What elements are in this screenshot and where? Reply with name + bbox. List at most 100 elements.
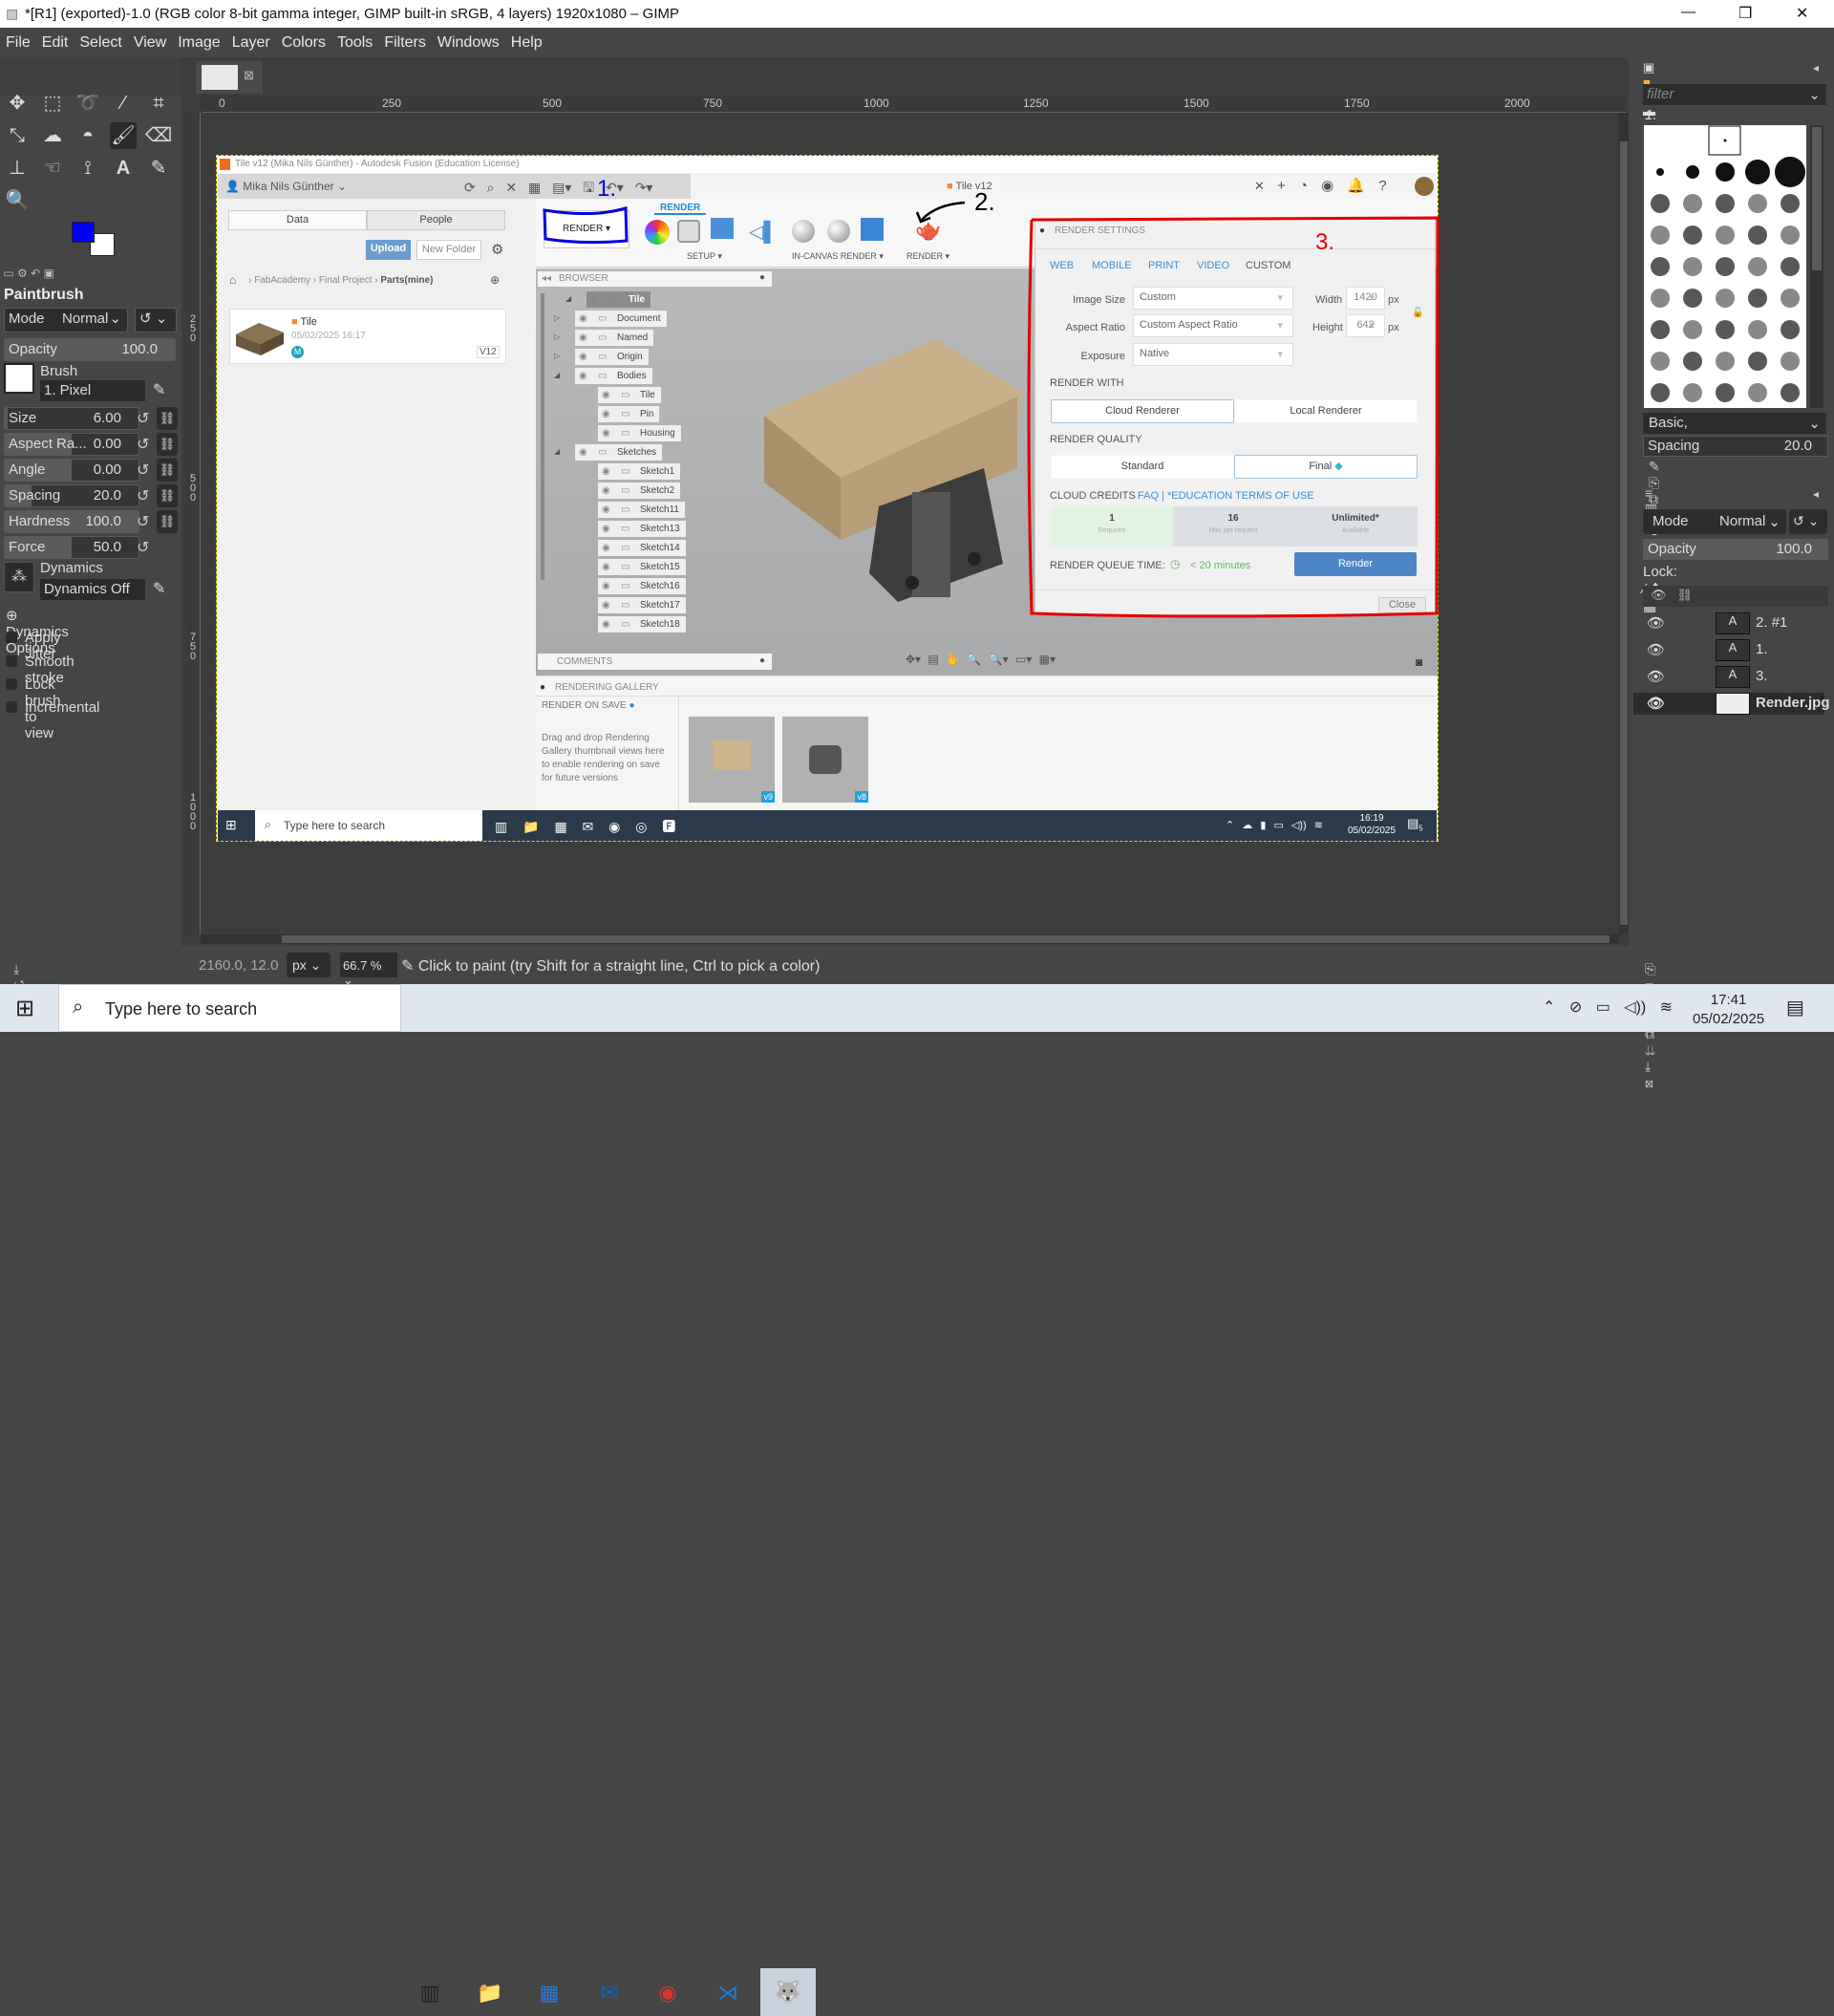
breadcrumb-item[interactable]: FabAcademy [254, 275, 310, 286]
reset-icon[interactable]: ↺ [137, 512, 149, 531]
dynamics-name[interactable]: Dynamics Off [40, 579, 145, 600]
dynamics-preview-icon[interactable]: ⁂ [4, 562, 34, 592]
brush-preset[interactable] [1651, 225, 1670, 245]
version-badge[interactable]: V12 [477, 346, 500, 358]
brush-preset[interactable] [1683, 289, 1702, 308]
gallery-collapse-icon[interactable]: ● [540, 682, 545, 693]
brush-preset[interactable] [1651, 289, 1670, 308]
brush-preset[interactable] [1716, 257, 1735, 276]
navigation-toolbar[interactable]: ✥▾ ▤ ✋ 🔍 🔍▾ ▭▾ ▦▾ [906, 653, 1070, 670]
brush-preset[interactable] [1651, 352, 1670, 371]
unit-select[interactable]: px ⌄ [287, 953, 331, 977]
brush-preset[interactable] [1745, 160, 1770, 184]
brush-name[interactable]: 1. Pixel [40, 380, 145, 401]
reset-icon[interactable]: ↺ [137, 435, 149, 454]
menu-windows[interactable]: Windows [432, 28, 505, 52]
brush-preset[interactable] [1683, 383, 1702, 402]
taskbar-clock[interactable]: 17:41 05/02/2025 [1693, 991, 1764, 1029]
reset-icon[interactable]: ↺ [137, 486, 149, 505]
brush-preset[interactable] [1781, 257, 1800, 276]
brush-preset[interactable] [1748, 194, 1767, 213]
brush-spacing-slider[interactable]: Spacing 20.0 [1643, 436, 1828, 457]
maximize-button[interactable]: ❐ [1738, 4, 1752, 23]
foreground-color-swatch[interactable] [72, 222, 95, 243]
angle-slider[interactable]: Angle 0.00 [4, 459, 139, 482]
layer-visibility-icon[interactable]: 👁 [1647, 695, 1665, 712]
brush-preset[interactable] [1651, 194, 1670, 213]
size-slider[interactable]: Size 6.00 [4, 407, 139, 430]
home-icon[interactable]: ⌂ [229, 273, 236, 287]
brush-preset[interactable] [1716, 383, 1735, 402]
bucket-fill-icon[interactable]: ◓ [75, 122, 101, 149]
smudge-icon[interactable]: ☜ [39, 155, 66, 182]
brush-scrollbar[interactable] [1810, 125, 1823, 408]
menu-filters[interactable]: Filters [378, 28, 432, 52]
eraser-icon[interactable]: ⌫ [145, 122, 172, 149]
brush-preview[interactable] [4, 363, 34, 394]
brush-preset[interactable] [1716, 225, 1735, 245]
brush-preset[interactable] [1656, 168, 1664, 176]
brush-preset[interactable] [1748, 289, 1767, 308]
layer-opacity-slider[interactable]: Opacity 100.0 [1643, 539, 1828, 560]
mode-reset-select[interactable]: ↺ ⌄ [135, 308, 177, 332]
globe-icon[interactable]: ⊕ [490, 273, 500, 287]
link-to-brush-icon[interactable]: ⛓ [157, 433, 178, 456]
text-tool-icon[interactable]: A [110, 155, 137, 182]
paintbrush-icon[interactable]: 🖌 [110, 122, 137, 149]
layers-dock-menu-icon[interactable]: ◂ [1813, 487, 1819, 501]
menu-tools[interactable]: Tools [331, 28, 378, 52]
brush-preset[interactable] [1723, 139, 1727, 142]
lasso-icon[interactable]: ➰ [75, 90, 101, 117]
layer-row[interactable]: 👁 A 1. [1633, 639, 1824, 661]
fuzzy-select-icon[interactable]: ⁄ [110, 90, 137, 117]
start-button-icon[interactable]: ⊞ [15, 995, 34, 1022]
brush-preset[interactable] [1651, 383, 1670, 402]
vscode-icon[interactable]: ⋊ [709, 1978, 747, 2008]
brush-preset[interactable] [1683, 225, 1702, 245]
brush-preset[interactable] [1651, 320, 1670, 339]
dock-tabs[interactable]: ▭ ⚙ ↶ ▣ [0, 267, 181, 282]
brush-preset[interactable] [1748, 383, 1767, 402]
brush-preset[interactable] [1748, 225, 1767, 245]
brush-preset[interactable] [1748, 320, 1767, 339]
brush-preset[interactable] [1781, 289, 1800, 308]
tab-data[interactable]: Data [228, 210, 367, 230]
layer-row[interactable]: 👁 A 2. #1 [1633, 612, 1824, 634]
menu-view[interactable]: View [128, 28, 172, 52]
comments-pin-icon[interactable]: ● [759, 655, 765, 666]
gallery-thumbnail[interactable]: v9 [689, 717, 775, 803]
mode-select[interactable]: Mode Normal ⌄ [4, 308, 128, 332]
brush-preset[interactable] [1686, 165, 1699, 179]
brush-preset[interactable] [1748, 257, 1767, 276]
brush-preset[interactable] [1716, 289, 1735, 308]
menu-file[interactable]: File [0, 28, 36, 52]
close-button[interactable]: ✕ [1796, 4, 1808, 23]
hardness-slider[interactable]: Hardness 100.0 [4, 510, 139, 533]
brush-preset[interactable] [1716, 194, 1735, 213]
notification-center-icon[interactable]: ▤ [1786, 996, 1804, 1019]
menu-select[interactable]: Select [74, 28, 127, 52]
brush-filter-input[interactable]: filter ⌄ [1643, 84, 1826, 105]
brush-preset[interactable] [1683, 352, 1702, 371]
menu-help[interactable]: Help [505, 28, 548, 52]
color-picker-icon[interactable]: ✎ [145, 155, 172, 182]
horizontal-scrollbar[interactable] [201, 934, 1619, 944]
menu-layer[interactable]: Layer [226, 28, 276, 52]
menu-colors[interactable]: Colors [276, 28, 331, 52]
incremental-checkbox[interactable]: Incremental [6, 699, 99, 716]
link-to-brush-icon[interactable]: ⛓ [157, 484, 178, 507]
layer-composite-select[interactable]: ↺ ⌄ [1789, 509, 1827, 534]
comments-panel[interactable]: COMMENTS ● [538, 654, 772, 670]
minimize-button[interactable]: — [1681, 4, 1695, 20]
settings-gear-icon[interactable]: ⚙ [491, 241, 503, 258]
chrome-icon[interactable]: ◉ [649, 1978, 687, 2008]
layer-mode-select[interactable]: Mode Normal ⌄ [1643, 509, 1786, 534]
link-to-brush-icon[interactable]: ⛓ [157, 459, 178, 482]
menu-image[interactable]: Image [172, 28, 225, 52]
rect-select-icon[interactable]: ⬚ [39, 90, 66, 117]
layer-row[interactable]: 👁 Render.jpg [1633, 693, 1830, 715]
brush-preset[interactable] [1651, 257, 1670, 276]
image-tab[interactable]: ⊠ [196, 61, 263, 94]
brush-preset[interactable] [1716, 320, 1735, 339]
link-to-brush-icon[interactable]: ⛓ [157, 407, 178, 430]
